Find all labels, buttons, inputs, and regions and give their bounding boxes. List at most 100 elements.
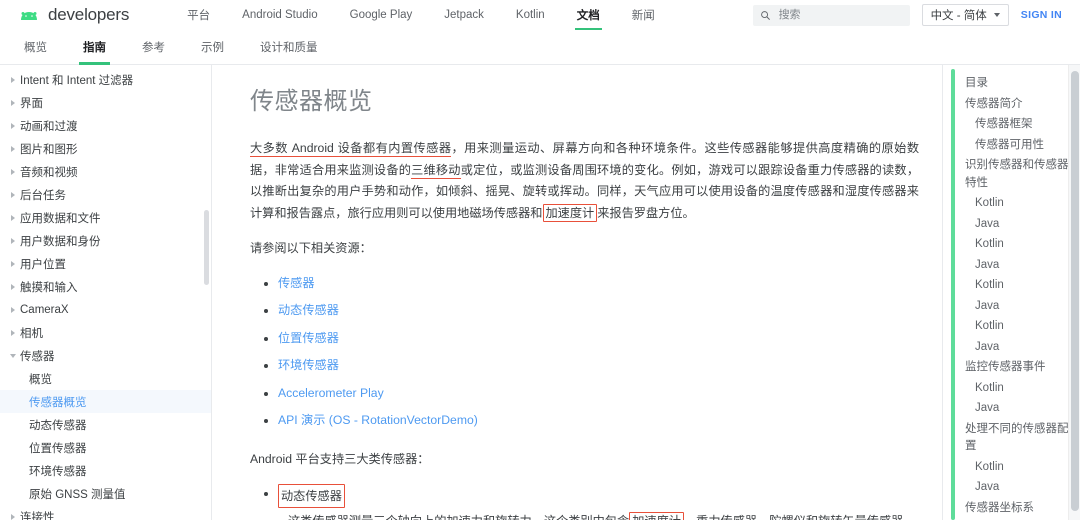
nav-item-kotlin[interactable]: Kotlin [500,0,561,30]
tab-design-quality[interactable]: 设计和质量 [242,30,336,65]
list-item[interactable]: API 演示 (OS - RotationVectorDemo) [278,407,919,435]
chevron-right-icon [6,215,20,221]
toc-entry[interactable]: 传感器简介 [965,96,1072,114]
site-header: developers 平台 Android Studio Google Play… [0,0,1080,30]
sidebar-item-user-data-identity[interactable]: 用户数据和身份 [0,229,212,252]
android-robot-icon [18,8,42,22]
page-scrollbar[interactable] [1068,65,1080,520]
toc-entry[interactable]: 传感器可用性 [965,137,1072,155]
chevron-right-icon [6,192,20,198]
nav-item-news[interactable]: 新闻 [616,0,671,30]
brand-logo-link[interactable]: developers [18,5,129,25]
tab-guides[interactable]: 指南 [65,30,124,65]
sidebar-subitem-motion-sensors[interactable]: 动态传感器 [0,413,212,436]
sidebar-item-images-graphics[interactable]: 图片和图形 [0,137,212,160]
sidebar-item-background-tasks[interactable]: 后台任务 [0,183,212,206]
sidebar-item-app-data-files[interactable]: 应用数据和文件 [0,206,212,229]
toc-entry[interactable]: 传感器坐标系 [965,500,1072,518]
chevron-right-icon [6,307,20,313]
toc-entry[interactable]: 处理不同的传感器配置 [965,421,1072,456]
sidebar-subitem-sensors-overview[interactable]: 传感器概览 [0,390,212,413]
toc-entry[interactable]: 监控传感器事件 [965,359,1072,377]
sidebar-item-sensors[interactable]: 传感器 [0,344,212,367]
sidebar-item-ui[interactable]: 界面 [0,91,212,114]
category-title-boxed: 动态传感器 [278,484,345,508]
language-selector[interactable]: 中文 - 简体 [922,4,1009,26]
chevron-right-icon [6,284,20,290]
highlight-box-1: 加速度计 [543,204,598,222]
sidebar-subitem-overview[interactable]: 概览 [0,367,212,390]
resource-link[interactable]: 位置传感器 [278,331,339,345]
resource-link[interactable]: 动态传感器 [278,303,339,317]
sidebar-item-touch-input[interactable]: 触摸和输入 [0,275,212,298]
toc-heading: 目录 [965,75,1072,93]
nav-item-platform[interactable]: 平台 [171,0,226,30]
search-input[interactable] [777,8,903,22]
sidebar-item-label: 应用数据和文件 [20,210,101,226]
sidebar-item-label: 图片和图形 [20,141,78,157]
toc-entry[interactable]: Kotlin [965,195,1072,213]
categories-lead: Android 平台支持三大类传感器： [250,449,919,471]
list-item[interactable]: 动态传感器 [278,297,919,325]
list-item[interactable]: 传感器 [278,270,919,298]
page-scrollbar-thumb[interactable] [1071,71,1079,511]
sidebar-item-label: CameraX [20,304,69,316]
toc-entry[interactable]: 识别传感器和传感器特性 [965,157,1072,192]
sidebar-item-animation[interactable]: 动画和过渡 [0,114,212,137]
tab-overview[interactable]: 概览 [6,30,65,65]
page-title: 传感器概览 [250,81,919,116]
sidebar-item-camera[interactable]: 相机 [0,321,212,344]
resource-link[interactable]: API 演示 (OS - RotationVectorDemo) [278,413,478,427]
sidebar-item-camerax[interactable]: CameraX [0,298,212,321]
sidebar-item-label: 触摸和输入 [20,279,78,295]
sidebar-subitem-position-sensors[interactable]: 位置传感器 [0,436,212,459]
intro-text-6: 来报告罗盘方位。 [597,206,695,220]
brand-text: developers [48,5,129,25]
toc-entry[interactable]: Kotlin [965,318,1072,336]
chevron-right-icon [6,100,20,106]
sidebar-subitem-environment-sensors[interactable]: 环境传感器 [0,459,212,482]
toc-entry[interactable]: Java [965,400,1072,418]
tab-reference[interactable]: 参考 [124,30,183,65]
list-item[interactable]: 位置传感器 [278,325,919,353]
toc-entry[interactable]: 传感器框架 [965,116,1072,134]
nav-item-google-play[interactable]: Google Play [334,0,429,30]
toc-entry[interactable]: Java [965,298,1072,316]
highlight-box-2: 加速度计 [629,512,684,520]
toc-entry[interactable]: Kotlin [965,236,1072,254]
sidebar-item-connectivity[interactable]: 连接性 [0,505,212,520]
toc-entry[interactable]: Kotlin [965,459,1072,477]
list-item[interactable]: 环境传感器 [278,352,919,380]
intro-paragraph: 大多数 Android 设备都有内置传感器，用来测量运动、屏幕方向和各种环境条件… [250,138,919,224]
toc-entry[interactable]: Kotlin [965,380,1072,398]
sidebar-item-label: 相机 [20,325,43,341]
toc-entry[interactable]: Kotlin [965,277,1072,295]
resource-link[interactable]: Accelerometer Play [278,386,384,400]
resource-link[interactable]: 环境传感器 [278,358,339,372]
sidebar-item-intent[interactable]: Intent 和 Intent 过滤器 [0,68,212,91]
sidebar-item-label: 用户位置 [20,256,66,272]
chevron-right-icon [6,123,20,129]
toc-entry[interactable]: Java [965,216,1072,234]
search-box[interactable] [753,5,910,26]
nav-item-android-studio[interactable]: Android Studio [226,0,333,30]
resources-list: 传感器 动态传感器 位置传感器 环境传感器 Accelerometer Play… [250,270,919,435]
sidebar-item-audio-video[interactable]: 音频和视频 [0,160,212,183]
sidebar-scrollbar-thumb[interactable] [204,210,209,285]
sidebar-item-label: 后台任务 [20,187,66,203]
list-item[interactable]: Accelerometer Play [278,380,919,408]
sign-in-button[interactable]: SIGN IN [1021,9,1066,21]
toc-entry[interactable]: Java [965,479,1072,497]
category-desc-after: 、重力传感器、陀螺仪和旋转矢量传感器。 [684,514,916,520]
toc-entry[interactable]: Java [965,339,1072,357]
sidebar-item-label: 传感器 [20,348,55,364]
chevron-right-icon [6,238,20,244]
resource-link[interactable]: 传感器 [278,276,315,290]
sidebar-item-user-location[interactable]: 用户位置 [0,252,212,275]
section-tabs: 概览 指南 参考 示例 设计和质量 [0,30,1080,65]
nav-item-jetpack[interactable]: Jetpack [428,0,500,30]
nav-item-docs[interactable]: 文档 [561,0,616,30]
toc-entry[interactable]: Java [965,257,1072,275]
sidebar-subitem-raw-gnss[interactable]: 原始 GNSS 测量值 [0,482,212,505]
tab-samples[interactable]: 示例 [183,30,242,65]
